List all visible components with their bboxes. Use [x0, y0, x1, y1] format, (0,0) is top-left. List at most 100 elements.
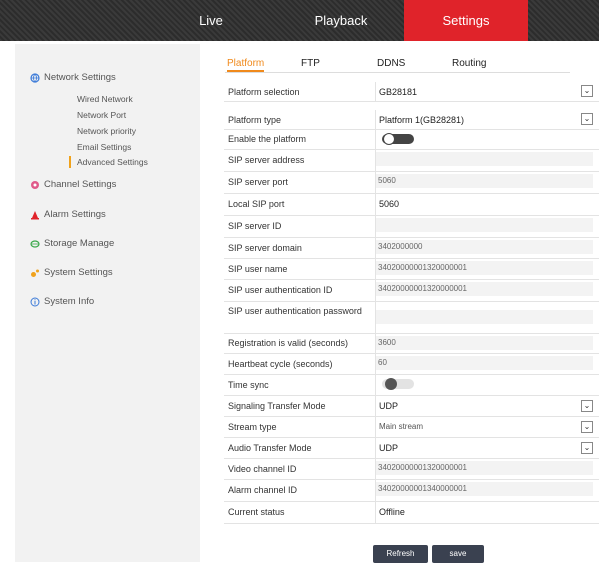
enable-platform-toggle[interactable] [382, 133, 414, 145]
network-icon [30, 72, 40, 83]
row-sip-user-auth-id: SIP user authentication ID 3402000000132… [224, 279, 599, 302]
subtab-platform[interactable]: Platform [227, 58, 265, 72]
chevron-down-icon[interactable]: ⌄ [581, 85, 593, 97]
registration-valid-input[interactable]: 3600 [376, 336, 593, 350]
sidebar-subitem-network-priority[interactable]: Network priority [77, 126, 136, 136]
chevron-down-icon[interactable]: ⌄ [581, 400, 593, 412]
sidebar-label-info: System Info [44, 296, 95, 307]
sip-server-port-input[interactable]: 5060 [376, 174, 593, 188]
sip-user-name-input[interactable]: 34020000001320000001 [376, 261, 593, 275]
select-platform-selection[interactable]: GB28181 ⌄ [375, 82, 599, 101]
sidebar-subitem-advanced-settings[interactable]: Advanced Settings [69, 156, 148, 168]
label-sip-server-id: SIP server ID [228, 221, 282, 231]
row-audio-transfer-mode: Audio Transfer Mode UDP ⌄ [224, 437, 599, 459]
sidebar-label-network: Network Settings [44, 72, 116, 83]
video-channel-id-cell: 34020000001320000001 [375, 458, 599, 479]
label-sip-server-port: SIP server port [228, 177, 288, 187]
sidebar-subitem-wired-network[interactable]: Wired Network [77, 94, 133, 104]
row-platform-type: Platform type Platform 1(GB28281) ⌄ [224, 110, 599, 130]
alarm-channel-id-input[interactable]: 34020000001340000001 [376, 482, 593, 496]
sidebar-label-channel: Channel Settings [44, 179, 117, 190]
row-heartbeat-cycle: Heartbeat cycle (seconds) 60 [224, 353, 599, 375]
sidebar-item-system-settings[interactable]: System Settings [30, 267, 113, 278]
chevron-down-icon[interactable]: ⌄ [581, 442, 593, 454]
label-stream-type: Stream type [228, 422, 277, 432]
info-icon [30, 297, 40, 307]
sidebar-label-storage: Storage Manage [44, 238, 115, 249]
system-settings-icon [30, 268, 40, 278]
label-heartbeat-cycle: Heartbeat cycle (seconds) [228, 359, 333, 369]
sidebar-item-alarm-settings[interactable]: Alarm Settings [30, 209, 106, 220]
sidebar-item-system-info[interactable]: System Info [30, 296, 94, 307]
sip-server-id-input[interactable] [376, 218, 593, 232]
select-stream-type[interactable]: Main stream ⌄ [375, 416, 599, 437]
label-sip-user-auth-id: SIP user authentication ID [228, 285, 333, 295]
chevron-down-icon[interactable]: ⌄ [581, 113, 593, 125]
label-sip-user-auth-password: SIP user authentication password [228, 306, 362, 316]
tab-settings[interactable]: Settings [404, 0, 528, 41]
select-platform-type[interactable]: Platform 1(GB28281) ⌄ [375, 110, 599, 129]
sip-user-auth-password-cell [375, 301, 599, 333]
sidebar-item-storage-manage[interactable]: Storage Manage [30, 238, 114, 249]
subtab-ddns[interactable]: DDNS [377, 58, 405, 69]
sip-server-address-input[interactable] [376, 152, 593, 166]
value-current-status: Offline [379, 507, 405, 517]
alarm-icon [30, 210, 40, 220]
time-sync-toggle[interactable] [382, 378, 414, 390]
row-video-channel-id: Video channel ID 34020000001320000001 [224, 458, 599, 480]
value-audio-transfer-mode: UDP [379, 443, 399, 453]
row-sip-user-auth-password: SIP user authentication password [224, 301, 599, 334]
row-signaling-transfer-mode: Signaling Transfer Mode UDP ⌄ [224, 395, 599, 417]
sidebar-item-network-settings[interactable]: Network Settings [30, 72, 116, 83]
label-audio-transfer-mode: Audio Transfer Mode [228, 443, 312, 453]
label-platform-selection: Platform selection [228, 87, 300, 97]
channel-icon [30, 180, 40, 190]
value-platform-selection: GB28181 [379, 87, 418, 97]
sidebar-item-channel-settings[interactable]: Channel Settings [30, 179, 116, 190]
row-sip-server-port: SIP server port 5060 [224, 171, 599, 194]
subtab-routing[interactable]: Routing [452, 58, 486, 69]
heartbeat-cycle-input[interactable]: 60 [376, 356, 593, 370]
sip-server-domain-input[interactable]: 3402000000 [376, 240, 593, 254]
tab-playback[interactable]: Playback [296, 0, 386, 41]
tab-live[interactable]: Live [176, 0, 246, 41]
row-alarm-channel-id: Alarm channel ID 34020000001340000001 [224, 479, 599, 502]
alarm-channel-id-cell: 34020000001340000001 [375, 479, 599, 501]
row-sip-server-domain: SIP server domain 3402000000 [224, 237, 599, 259]
sip-user-auth-password-input[interactable] [376, 310, 593, 324]
registration-valid-cell: 3600 [375, 333, 599, 353]
video-channel-id-input[interactable]: 34020000001320000001 [376, 461, 593, 475]
sidebar-subitem-email-settings[interactable]: Email Settings [77, 142, 131, 152]
time-sync-cell [375, 374, 599, 395]
select-audio-transfer-mode[interactable]: UDP ⌄ [375, 437, 599, 458]
row-platform-selection: Platform selection GB28181 ⌄ [224, 82, 599, 102]
sip-server-domain-cell: 3402000000 [375, 237, 599, 258]
row-sip-server-id: SIP server ID [224, 215, 599, 238]
chevron-down-icon[interactable]: ⌄ [581, 421, 593, 433]
label-time-sync: Time sync [228, 380, 269, 390]
save-button[interactable]: save [432, 545, 484, 563]
row-sip-user-name: SIP user name 34020000001320000001 [224, 258, 599, 280]
label-video-channel-id: Video channel ID [228, 464, 297, 474]
value-signaling-transfer-mode: UDP [379, 401, 399, 411]
select-signaling-transfer-mode[interactable]: UDP ⌄ [375, 395, 599, 416]
sip-user-name-cell: 34020000001320000001 [375, 258, 599, 279]
toggle-knob [383, 133, 395, 145]
sidebar-subitem-network-port[interactable]: Network Port [77, 110, 126, 120]
value-stream-type: Main stream [379, 422, 424, 431]
label-sip-server-domain: SIP server domain [228, 243, 302, 253]
row-stream-type: Stream type Main stream ⌄ [224, 416, 599, 438]
refresh-button[interactable]: Refresh [373, 545, 428, 563]
local-sip-port-input[interactable]: 5060 [379, 199, 399, 209]
current-status-cell: Offline [375, 501, 599, 523]
subtab-ftp[interactable]: FTP [301, 58, 320, 69]
platform-subtabs: Platform FTP DDNS Routing [225, 58, 570, 73]
label-platform-type: Platform type [228, 115, 282, 125]
storage-icon [30, 239, 40, 249]
sip-server-id-cell [375, 215, 599, 237]
sip-user-auth-id-input[interactable]: 34020000001320000001 [376, 282, 593, 296]
label-registration-valid: Registration is valid (seconds) [228, 338, 349, 348]
label-local-sip-port: Local SIP port [228, 199, 285, 209]
sip-server-address-cell [375, 149, 599, 171]
row-enable-platform: Enable the platform [224, 129, 599, 150]
